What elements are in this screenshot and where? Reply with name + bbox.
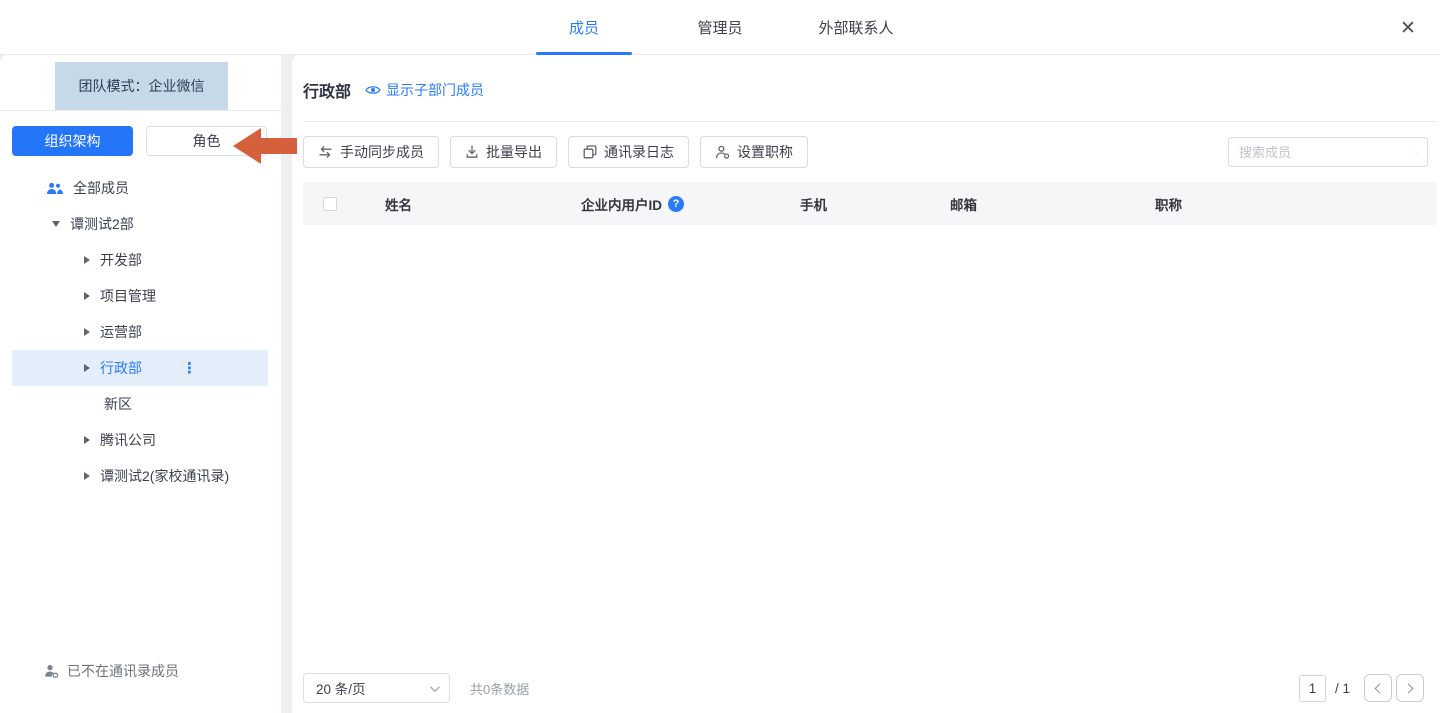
page-total-label: / 1 xyxy=(1335,681,1350,696)
main-panel: 行政部 显示子部门成员 手动同步成员 批量导出 xyxy=(292,55,1440,713)
caret-right-icon[interactable] xyxy=(84,364,90,372)
set-title-label: 设置职称 xyxy=(737,142,793,162)
page-number-input[interactable] xyxy=(1299,675,1326,702)
page-size-select[interactable]: 20 条/页 xyxy=(303,673,450,703)
tab-members-label: 成员 xyxy=(569,17,599,38)
tab-admins[interactable]: 管理员 xyxy=(672,0,768,55)
column-email: 邮箱 xyxy=(950,194,1155,214)
column-mobile-label: 手机 xyxy=(800,194,827,214)
tab-external-contacts[interactable]: 外部联系人 xyxy=(808,0,904,55)
select-all-checkbox[interactable] xyxy=(323,197,337,211)
top-tab-bar: 成员 管理员 外部联系人 ✕ xyxy=(0,0,1440,55)
column-user-id-label: 企业内用户ID xyxy=(581,194,662,214)
sidebar-header-divider xyxy=(0,110,281,111)
chevron-left-icon xyxy=(1375,683,1385,693)
member-search xyxy=(1228,137,1428,167)
tree-item-label: 行政部 xyxy=(100,358,142,378)
member-table-header: 姓名 企业内用户ID ? 手机 邮箱 职称 xyxy=(303,182,1437,225)
page-size-value: 20 条/页 xyxy=(316,678,366,698)
contacts-log-label: 通讯录日志 xyxy=(604,142,674,162)
contacts-log-button[interactable]: 通讯录日志 xyxy=(568,136,689,168)
download-icon xyxy=(465,145,479,159)
pagination: / 1 xyxy=(1299,674,1424,702)
tree-item-operations-dept[interactable]: 运营部 xyxy=(12,314,268,350)
org-structure-button[interactable]: 组织架构 xyxy=(12,126,133,156)
page-title: 行政部 xyxy=(303,78,351,102)
help-icon[interactable]: ? xyxy=(668,196,684,212)
toolbar: 手动同步成员 批量导出 通讯录日志 设置职称 xyxy=(303,136,808,168)
log-icon xyxy=(583,145,597,159)
tree-item-admin-dept[interactable]: 行政部 ⋮ xyxy=(12,350,268,386)
close-icon[interactable]: ✕ xyxy=(1392,12,1424,44)
tab-external-contacts-label: 外部联系人 xyxy=(818,17,893,38)
caret-right-icon[interactable] xyxy=(84,472,90,480)
removed-members-label: 已不在通讯录成员 xyxy=(67,661,179,681)
show-sub-departments-link[interactable]: 显示子部门成员 xyxy=(365,80,484,100)
column-mobile: 手机 xyxy=(800,194,950,214)
tree-item-project-mgmt[interactable]: 项目管理 xyxy=(12,278,268,314)
caret-right-icon[interactable] xyxy=(84,436,90,444)
tree-item-new-district[interactable]: 新区 xyxy=(12,386,268,422)
tree-item-dev-dept[interactable]: 开发部 xyxy=(12,242,268,278)
tree-item-tan-test-2-school[interactable]: 谭测试2(家校通讯录) xyxy=(12,458,268,494)
removed-member-icon xyxy=(44,664,59,679)
person-settings-icon xyxy=(715,145,730,159)
tree-item-label: 谭测试2(家校通讯录) xyxy=(100,466,229,486)
prev-page-button[interactable] xyxy=(1364,674,1392,702)
column-name: 姓名 xyxy=(385,194,581,214)
department-tree: 全部成员 谭测试2部 开发部 项目管理 运营部 行政部 ⋮ 新区 xyxy=(0,170,281,494)
tree-item-label: 全部成员 xyxy=(73,178,129,198)
tree-item-label: 运营部 xyxy=(100,322,142,342)
manual-sync-button[interactable]: 手动同步成员 xyxy=(303,136,439,168)
tree-item-label: 谭测试2部 xyxy=(70,214,134,234)
department-header: 行政部 显示子部门成员 xyxy=(303,78,484,102)
total-count-label: 共0条数据 xyxy=(470,679,529,698)
removed-members-entry[interactable]: 已不在通讯录成员 xyxy=(44,661,179,681)
column-name-label: 姓名 xyxy=(385,194,412,214)
column-email-label: 邮箱 xyxy=(950,194,977,214)
tree-item-label: 开发部 xyxy=(100,250,142,270)
show-sub-departments-label: 显示子部门成员 xyxy=(386,80,484,100)
more-actions-icon[interactable]: ⋮ xyxy=(182,361,197,376)
caret-right-icon[interactable] xyxy=(84,256,90,264)
tab-members[interactable]: 成员 xyxy=(536,0,632,55)
next-page-button[interactable] xyxy=(1396,674,1424,702)
column-job-title: 职称 xyxy=(1155,194,1437,214)
column-job-title-label: 职称 xyxy=(1155,194,1182,214)
caret-down-icon[interactable] xyxy=(52,221,60,227)
header-checkbox-cell xyxy=(323,197,385,211)
search-input[interactable] xyxy=(1239,145,1415,160)
tree-item-tan-test-2-dept[interactable]: 谭测试2部 xyxy=(12,206,268,242)
tab-group: 成员 管理员 外部联系人 xyxy=(0,0,1440,55)
chevron-right-icon xyxy=(1404,683,1414,693)
column-enterprise-user-id: 企业内用户ID ? xyxy=(581,194,800,214)
tree-item-label: 新区 xyxy=(104,394,132,414)
manual-sync-label: 手动同步成员 xyxy=(340,142,424,162)
table-footer: 20 条/页 共0条数据 / 1 xyxy=(303,672,1424,704)
search-icon xyxy=(1415,145,1417,160)
header-divider xyxy=(303,121,1437,122)
caret-right-icon[interactable] xyxy=(84,328,90,336)
batch-export-button[interactable]: 批量导出 xyxy=(450,136,557,168)
sync-icon xyxy=(318,145,333,159)
caret-right-icon[interactable] xyxy=(84,292,90,300)
eye-icon xyxy=(365,84,381,96)
tree-item-all-members[interactable]: 全部成员 xyxy=(12,170,268,206)
chevron-down-icon xyxy=(430,682,440,692)
members-group-icon xyxy=(46,181,63,196)
team-mode-badge: 团队模式：企业微信 xyxy=(55,62,228,110)
sidebar-view-switch: 组织架构 角色 xyxy=(12,126,268,156)
tree-item-label: 项目管理 xyxy=(100,286,156,306)
tree-item-tencent-company[interactable]: 腾讯公司 xyxy=(12,422,268,458)
tab-admins-label: 管理员 xyxy=(697,17,742,38)
set-title-button[interactable]: 设置职称 xyxy=(700,136,808,168)
tree-item-label: 腾讯公司 xyxy=(100,430,156,450)
annotation-arrow-icon xyxy=(233,126,297,166)
batch-export-label: 批量导出 xyxy=(486,142,542,162)
